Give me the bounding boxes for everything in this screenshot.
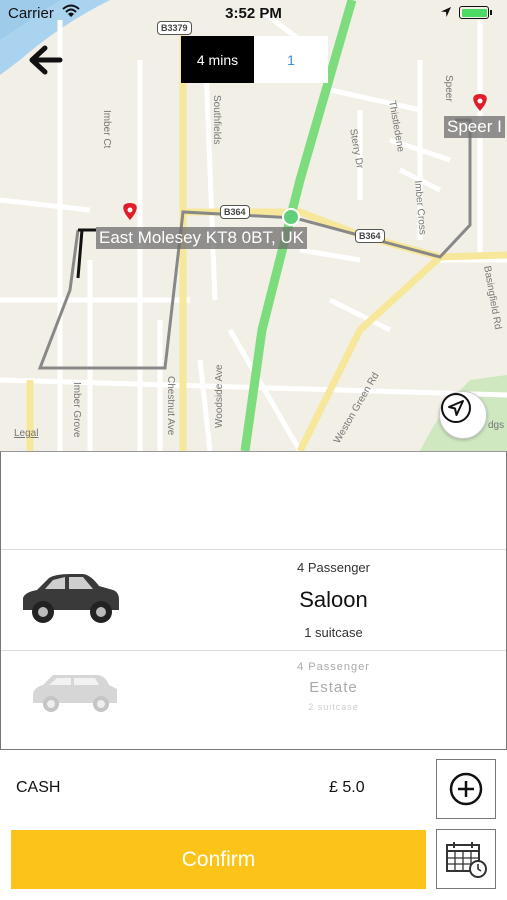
street-label: Chestnut Ave xyxy=(165,376,176,436)
luggage-capacity: 1 suitcase xyxy=(304,625,363,640)
status-bar: Carrier 3:52 PM xyxy=(0,0,507,28)
location-services-icon xyxy=(441,7,451,17)
destination-pin-icon xyxy=(473,94,487,111)
street-label: Woodside Ave xyxy=(214,364,225,428)
road-shield: B364 xyxy=(355,229,385,243)
confirm-button[interactable]: Confirm xyxy=(11,830,426,889)
estate-car-icon xyxy=(33,675,117,712)
vehicle-selector[interactable]: 4 Passenger Saloon 1 suitcase 4 Passenge… xyxy=(0,451,507,750)
street-label: Southfields xyxy=(211,95,222,145)
navigation-arrow-icon xyxy=(441,393,471,423)
luggage-capacity: 2 suitcase xyxy=(308,702,359,712)
calendar-clock-icon xyxy=(446,842,487,878)
locate-me-button[interactable] xyxy=(439,391,487,439)
map-view[interactable]: B3379 Southfields Imber Ct Sterry Dr Thi… xyxy=(0,0,507,451)
vehicle-option-estate[interactable]: 4 Passenger Estate 2 suitcase xyxy=(1,650,506,748)
add-payment-button[interactable] xyxy=(436,759,496,819)
street-label: Speer xyxy=(443,75,454,102)
plus-circle-icon xyxy=(449,772,483,806)
eta-minutes: 4 mins xyxy=(181,36,254,83)
vehicle-option-saloon[interactable]: 4 Passenger Saloon 1 suitcase xyxy=(1,549,506,650)
street-label: Imber Ct xyxy=(101,110,112,149)
passenger-capacity: 4 Passenger xyxy=(297,560,370,575)
payment-method[interactable]: CASH xyxy=(16,779,60,797)
eta-vehicle-count: 1 xyxy=(254,36,328,83)
vehicle-name: Saloon xyxy=(299,587,368,612)
street-label: dgs xyxy=(488,420,505,431)
eta-indicator: 4 mins 1 xyxy=(181,36,328,83)
back-button[interactable] xyxy=(26,42,66,78)
road-shield: B364 xyxy=(220,205,250,219)
fare-price: £ 5.0 xyxy=(329,779,365,796)
saloon-car-icon xyxy=(23,574,119,623)
arrow-left-icon xyxy=(29,45,63,75)
street-label: Imber Grove xyxy=(71,382,82,438)
passenger-capacity: 4 Passenger xyxy=(297,661,370,673)
schedule-booking-button[interactable] xyxy=(436,829,496,889)
pickup-pin-icon xyxy=(123,203,137,220)
destination-address-label: Speer I xyxy=(444,116,505,138)
status-time: 3:52 PM xyxy=(225,5,282,22)
vehicle-name: Estate xyxy=(309,679,358,696)
battery-icon xyxy=(459,6,492,19)
map-legal-link[interactable]: Legal xyxy=(14,428,38,439)
pickup-address-label: East Molesey KT8 0BT, UK xyxy=(96,227,308,249)
